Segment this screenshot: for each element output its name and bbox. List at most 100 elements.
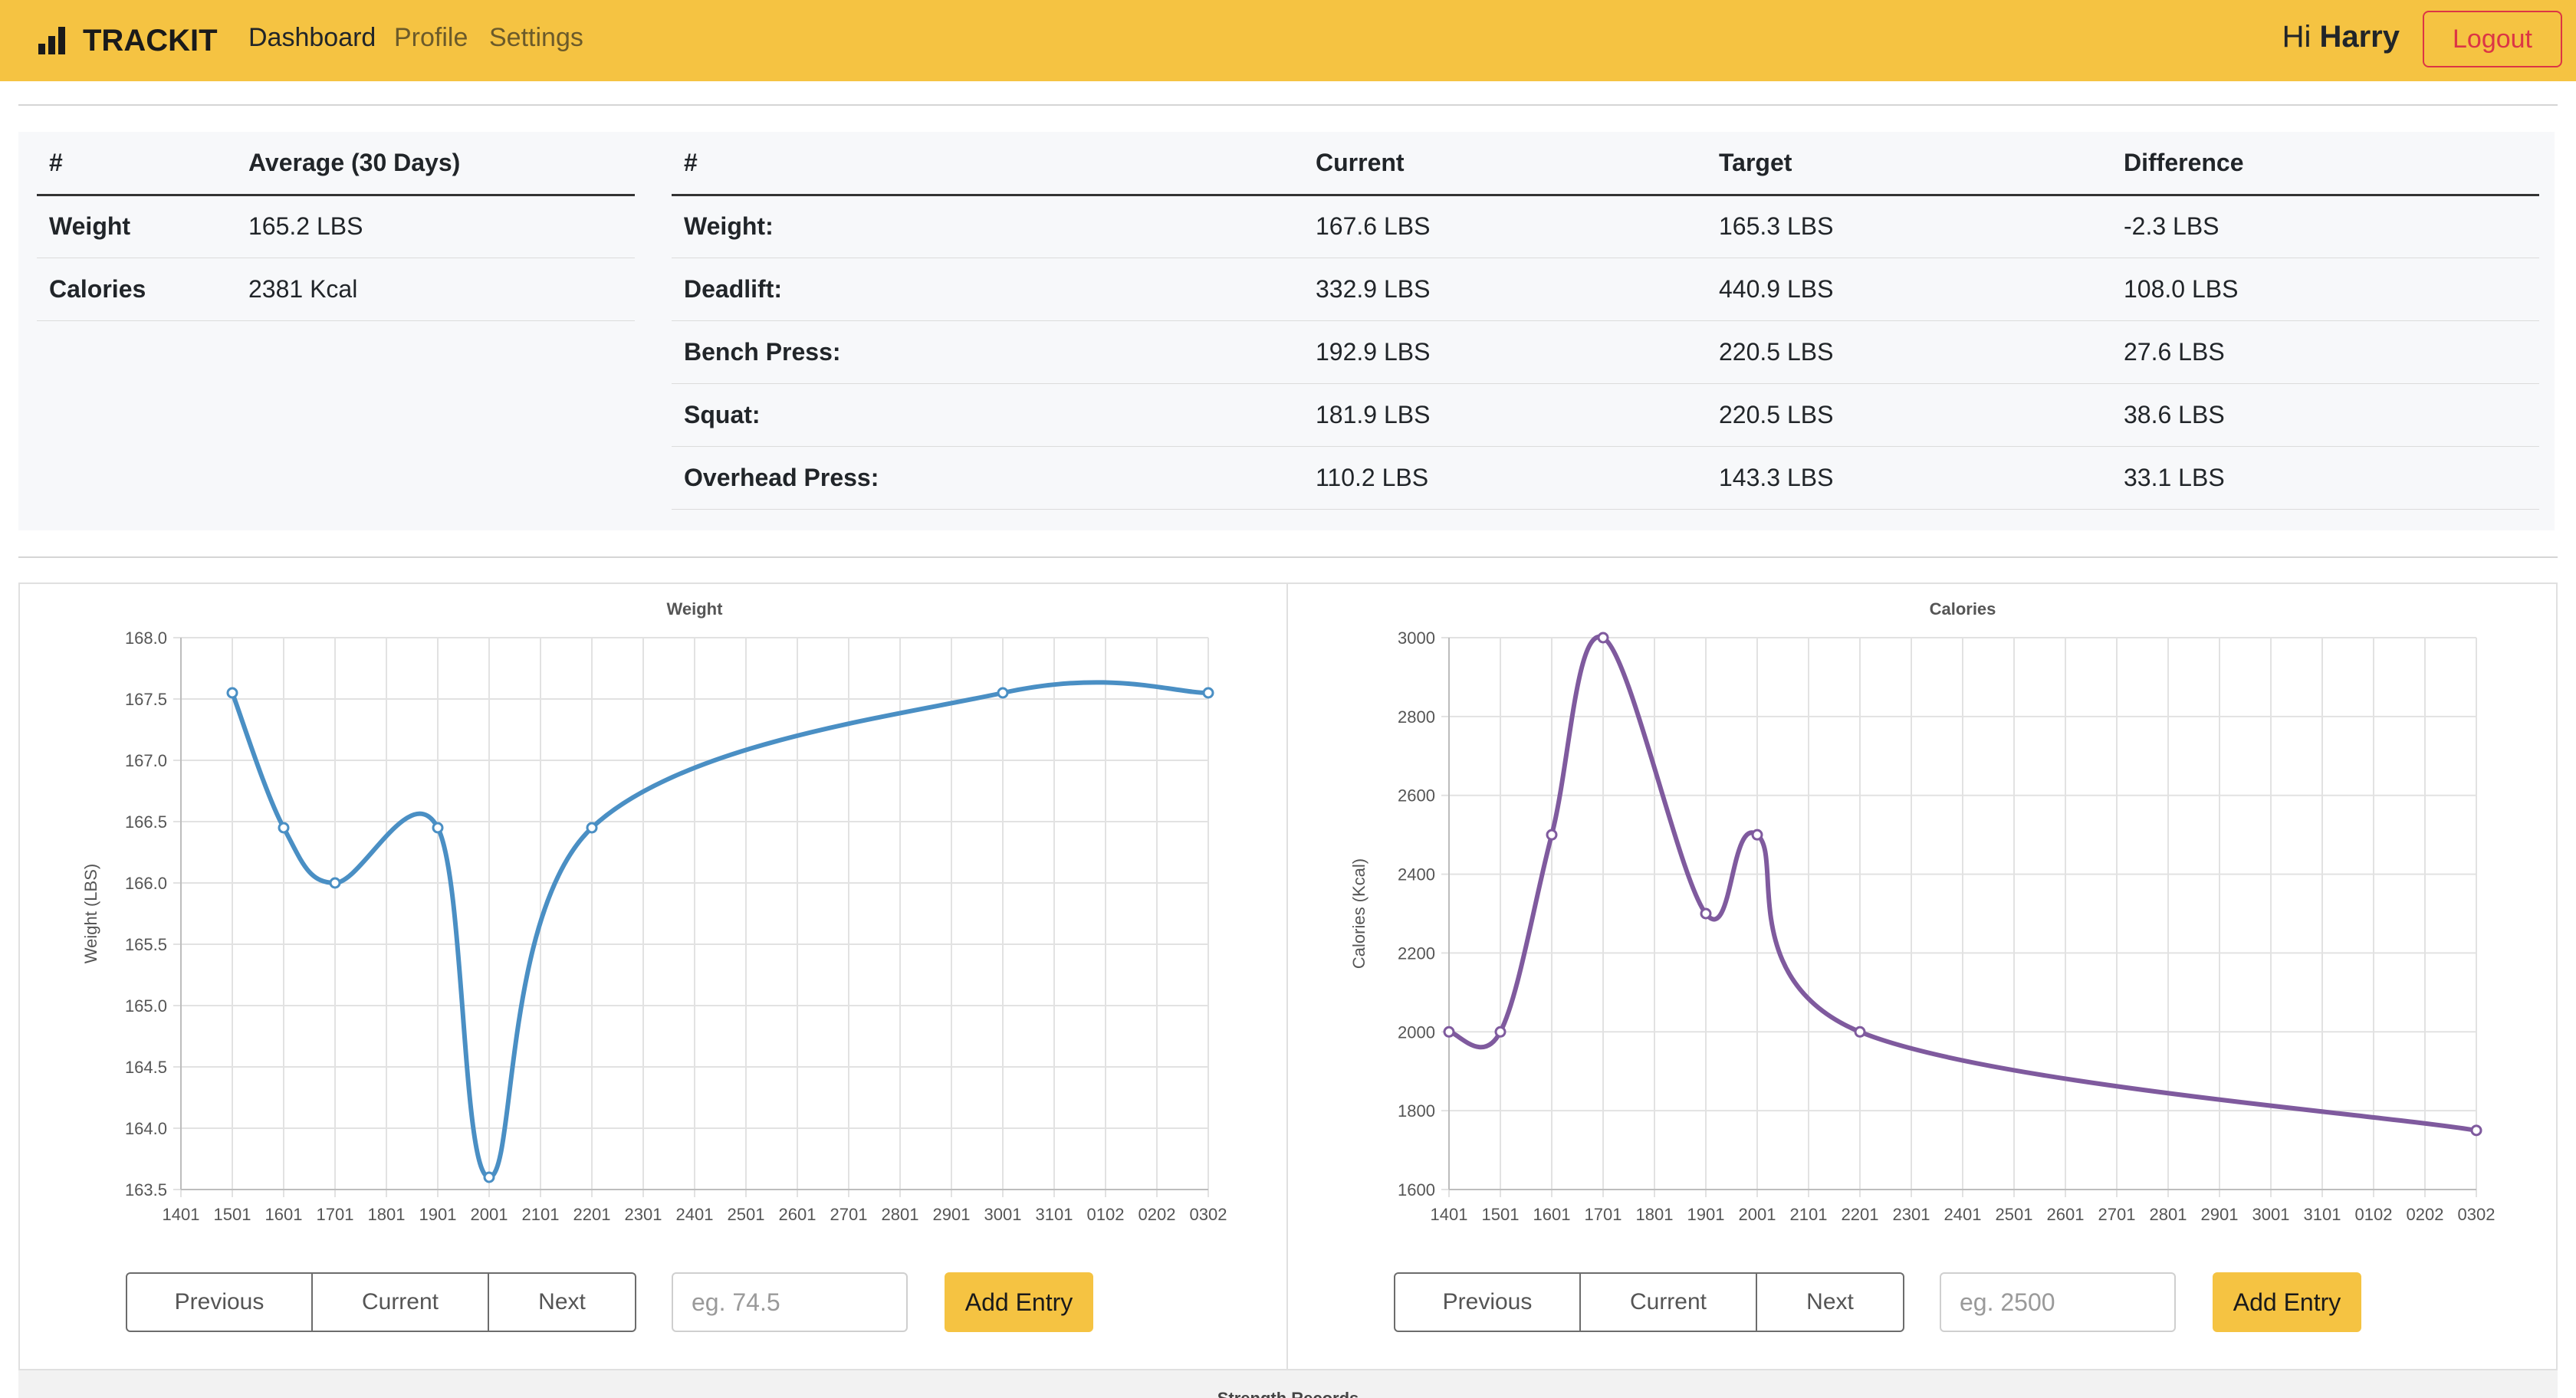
chart-title: Calories: [1930, 599, 1996, 619]
x-tick-label: 1901: [1687, 1205, 1725, 1224]
x-tick-label: 2301: [1893, 1205, 1930, 1224]
column-header: Current: [1303, 132, 1707, 196]
data-point: [586, 822, 598, 834]
x-tick-label: 3001: [984, 1205, 1022, 1224]
x-tick-label: 0102: [1087, 1205, 1125, 1224]
nav-link-settings[interactable]: Settings: [489, 23, 583, 53]
brand[interactable]: TRACKIT: [37, 20, 218, 61]
target-value: 165.3 LBS: [1707, 195, 2111, 258]
target-value: 440.9 LBS: [1707, 258, 2111, 321]
x-tick-label: 1701: [317, 1205, 354, 1224]
current-value: 192.9 LBS: [1303, 320, 1707, 384]
table-row: Overhead Press: 110.2 LBS 143.3 LBS 33.1…: [672, 446, 2539, 510]
x-tick-label: 0302: [2458, 1205, 2496, 1224]
calories-period-buttons: Previous Current Next: [1394, 1272, 1904, 1332]
divider: [18, 556, 2558, 558]
table-row: Weight 165.2 LBS: [37, 195, 635, 258]
row-label: Calories: [37, 258, 236, 321]
x-tick-label: 2701: [2098, 1205, 2136, 1224]
calories-next-button[interactable]: Next: [1757, 1272, 1904, 1332]
navbar: TRACKIT Dashboard Profile Settings Hi Ha…: [0, 0, 2576, 81]
data-point: [278, 822, 290, 834]
difference-value: 27.6 LBS: [2111, 320, 2539, 384]
calories-entry-input[interactable]: [1940, 1272, 2176, 1332]
logout-button[interactable]: Logout: [2423, 11, 2562, 67]
x-tick-label: 3101: [2304, 1205, 2341, 1224]
data-point: [329, 877, 341, 889]
column-header: Average (30 Days): [236, 132, 635, 196]
y-tick-label: 3000: [1398, 628, 1435, 648]
table-row: Squat: 181.9 LBS 220.5 LBS 38.6 LBS: [672, 383, 2539, 447]
weight-next-button[interactable]: Next: [489, 1272, 636, 1332]
nav-link-profile[interactable]: Profile: [394, 23, 468, 53]
user-greeting: Hi Harry: [2282, 20, 2400, 54]
table-row: Weight: 167.6 LBS 165.3 LBS -2.3 LBS: [672, 195, 2539, 258]
y-axis-label: Weight (LBS): [81, 864, 100, 963]
x-tick-label: 1601: [265, 1205, 303, 1224]
x-tick-label: 2201: [573, 1205, 611, 1224]
current-value: 332.9 LBS: [1303, 258, 1707, 321]
difference-value: -2.3 LBS: [2111, 195, 2539, 258]
x-tick-label: 2401: [676, 1205, 714, 1224]
table-row: Bench Press: 192.9 LBS 220.5 LBS 27.6 LB…: [672, 320, 2539, 384]
target-value: 220.5 LBS: [1707, 320, 2111, 384]
row-label: Bench Press:: [672, 320, 1303, 384]
x-tick-label: 1701: [1585, 1205, 1622, 1224]
series-line: [230, 680, 1209, 1180]
x-tick-label: 0202: [2407, 1205, 2444, 1224]
y-tick-label: 164.5: [125, 1058, 167, 1077]
column-header: Difference: [2111, 132, 2539, 196]
current-value: 167.6 LBS: [1303, 195, 1707, 258]
calories-chart-panel: Calories 1600 1800 2000 2200 2400 2600 2800 3000…: [1288, 582, 2558, 1372]
x-tick-label: 2201: [1842, 1205, 1879, 1224]
data-point: [1546, 829, 1558, 841]
weight-previous-button[interactable]: Previous: [126, 1272, 313, 1332]
weight-current-button[interactable]: Current: [313, 1272, 489, 1332]
y-tick-label: 1600: [1398, 1180, 1435, 1199]
data-point: [432, 822, 444, 834]
x-tick-label: 1801: [1636, 1205, 1674, 1224]
bar-chart-icon: [38, 27, 65, 54]
current-value: 181.9 LBS: [1303, 383, 1707, 447]
difference-value: 38.6 LBS: [2111, 383, 2539, 447]
y-tick-label: 2200: [1398, 943, 1435, 963]
row-label: Weight: [37, 195, 236, 258]
weight-entry-input[interactable]: [672, 1272, 908, 1332]
weight-period-buttons: Previous Current Next: [126, 1272, 636, 1332]
calories-current-button[interactable]: Current: [1581, 1272, 1757, 1332]
x-tick-label: 3001: [2252, 1205, 2290, 1224]
current-value: 110.2 LBS: [1303, 446, 1707, 510]
x-tick-label: 2001: [1739, 1205, 1776, 1224]
y-tick-label: 166.5: [125, 812, 167, 832]
x-tick-label: 2601: [779, 1205, 816, 1224]
data-point: [1700, 907, 1712, 920]
summary-panel: # Average (30 Days) Weight 165.2 LBS Cal…: [18, 132, 2555, 530]
x-tick-label: 0202: [1138, 1205, 1176, 1224]
table-header-row: # Average (30 Days): [37, 132, 635, 196]
nav-link-dashboard[interactable]: Dashboard: [248, 23, 376, 53]
difference-value: 33.1 LBS: [2111, 446, 2539, 510]
target-value: 143.3 LBS: [1707, 446, 2111, 510]
x-tick-label: 1501: [1482, 1205, 1520, 1224]
x-tick-label: 2901: [2201, 1205, 2239, 1224]
strength-records-title: Strength Records: [18, 1389, 2558, 1398]
data-point: [1202, 687, 1214, 699]
weight-chart: Weight 163.5 164.0 164.5 165.0 165.5 166.0 166.…: [81, 599, 1227, 1224]
x-tick-label: 1501: [214, 1205, 251, 1224]
y-axis-label: Calories (Kcal): [1349, 858, 1368, 969]
y-tick-label: 1800: [1398, 1101, 1435, 1121]
chart-title: Weight: [667, 599, 724, 619]
weight-add-entry-button[interactable]: Add Entry: [945, 1272, 1093, 1332]
x-tick-label: 2001: [471, 1205, 508, 1224]
y-tick-label: 165.0: [125, 996, 167, 1016]
data-point: [1443, 1026, 1455, 1038]
x-tick-label: 2801: [2150, 1205, 2187, 1224]
calories-previous-button[interactable]: Previous: [1394, 1272, 1581, 1332]
y-tick-label: 2800: [1398, 707, 1435, 727]
data-point: [226, 687, 238, 699]
x-tick-label: 0102: [2355, 1205, 2393, 1224]
calories-add-entry-button[interactable]: Add Entry: [2213, 1272, 2361, 1332]
y-tick-label: 165.5: [125, 935, 167, 954]
x-tick-label: 1801: [368, 1205, 406, 1224]
table-row: Calories 2381 Kcal: [37, 258, 635, 321]
